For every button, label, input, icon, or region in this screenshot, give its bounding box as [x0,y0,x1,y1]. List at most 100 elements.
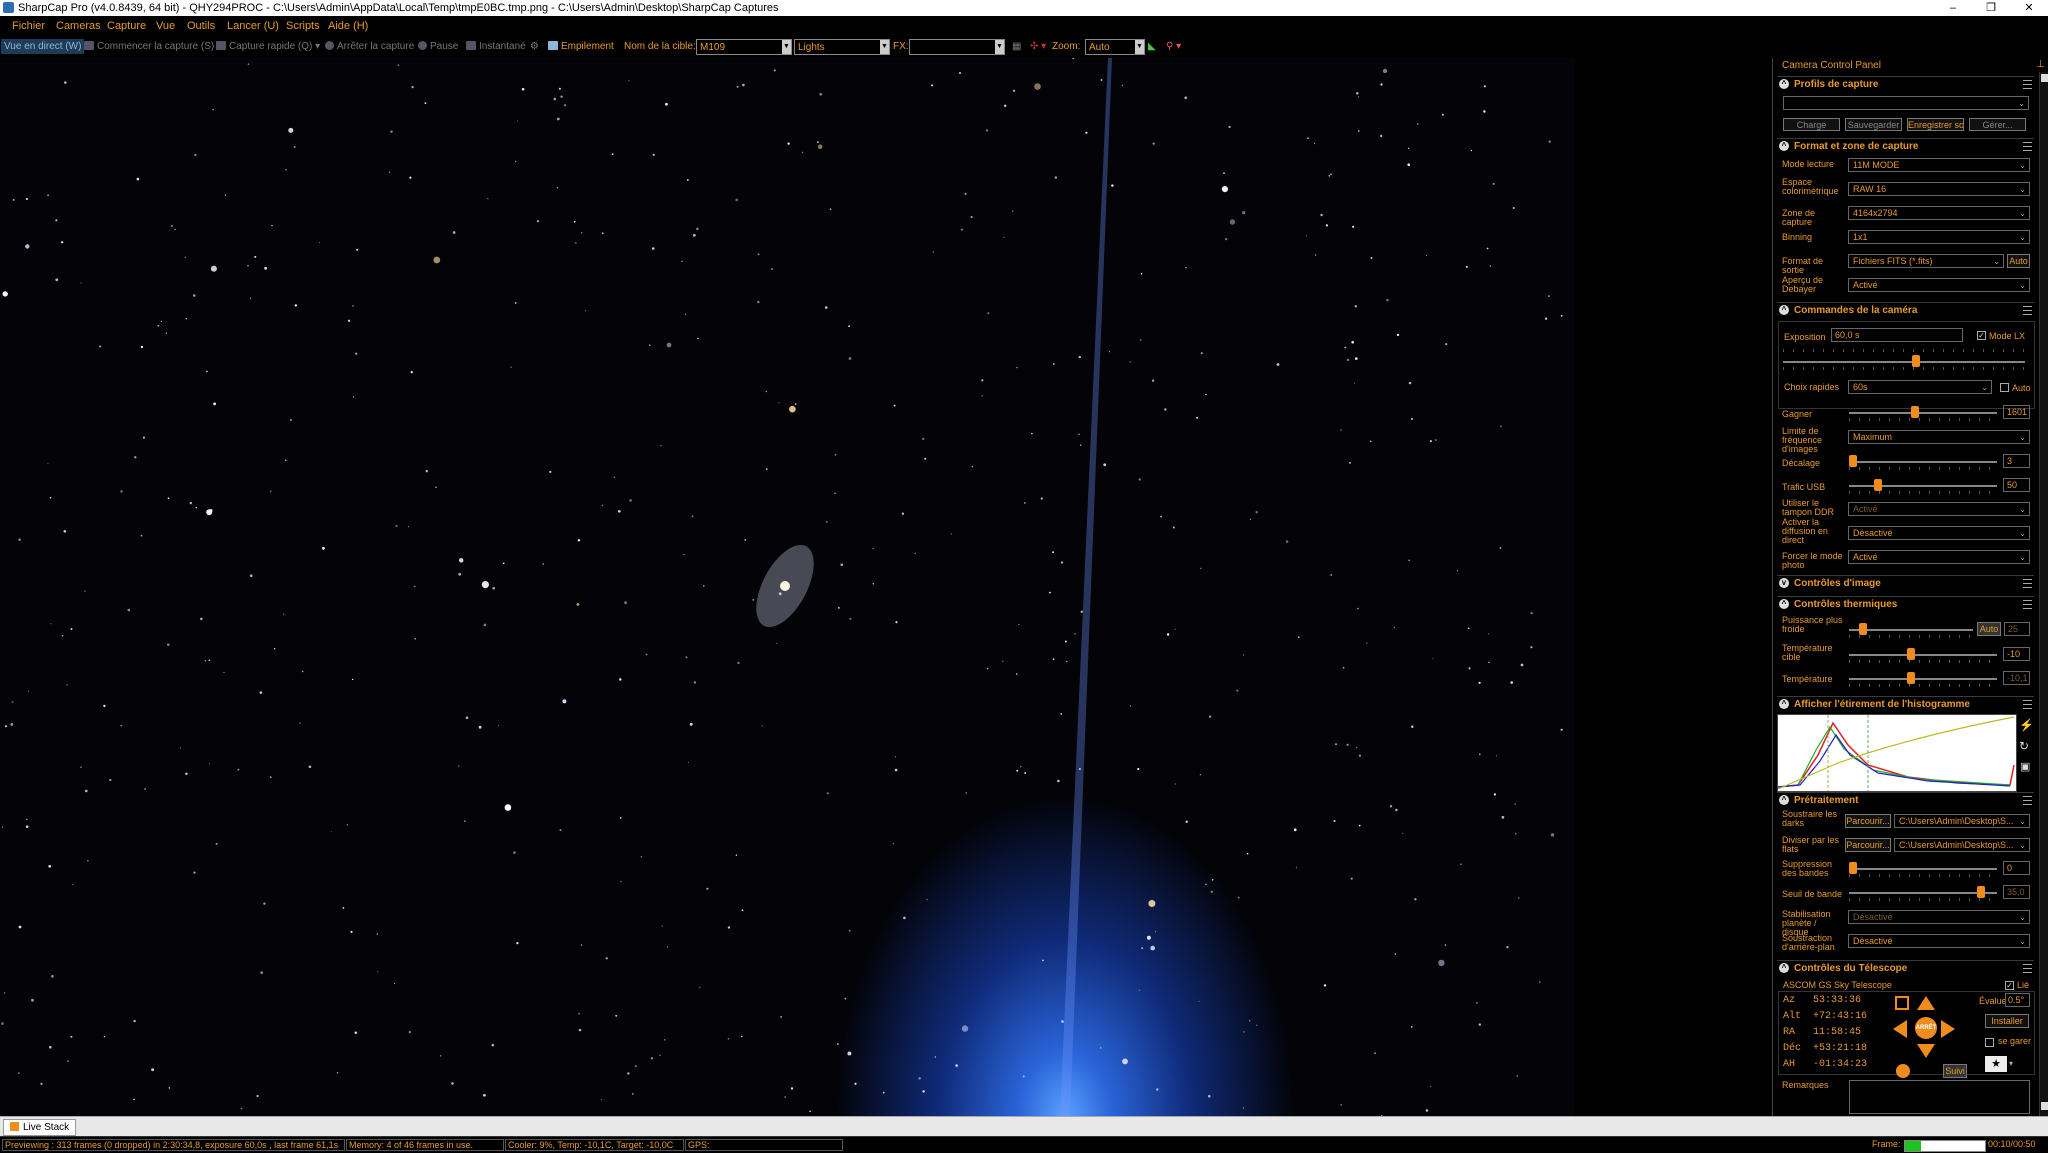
section-camera-controls[interactable]: ^ Commandes de la caméra [1777,302,2034,318]
zoom-icon[interactable]: ⚲ ▾ [1166,41,1181,52]
section-capture-profiles[interactable]: ^ Profils de capture [1777,76,2034,92]
menu-scripts[interactable]: Scripts [286,20,320,32]
section-preprocessing[interactable]: ^ Prétraitement [1777,792,2034,808]
output-format-select[interactable]: Fichiers FITS (*.fits) ⌄ [1848,254,2004,268]
offset-slider[interactable] [1849,461,1997,463]
quick-capture-button[interactable]: Capture rapide (Q) ▾ [216,41,320,52]
stop-slew-button[interactable]: ARRÊT [1915,1017,1937,1039]
slew-rate-select[interactable]: 0.5° [2005,993,2030,1007]
menu-run[interactable]: Lancer (U) [227,20,279,32]
stacking-button[interactable]: Empilement [548,41,614,52]
telescope-linked-checkbox[interactable]: ✓ [2005,981,2014,990]
notes-textarea[interactable] [1849,1080,2030,1114]
live-view-button[interactable]: Vue en direct (W) [1,39,85,54]
live-stack-tab[interactable]: Live Stack [3,1119,77,1136]
scroll-down-arrow[interactable] [2041,1102,2048,1110]
ddr-buffer-select[interactable]: Activé ⌄ [1848,502,2030,516]
panel-scrollbar[interactable] [2039,72,2048,1116]
save-profile-button[interactable]: Sauvegarder [1845,118,1902,131]
read-mode-select[interactable]: 11M MODE ⌄ [1848,158,2030,172]
bg-subtraction-select[interactable]: Désactivé ⌄ [1848,934,2030,948]
quick-choice-select[interactable]: 60s ⌄ [1848,380,1992,394]
target-frame-icon[interactable] [1895,996,1909,1010]
chevron-down-icon[interactable]: ▾ [2009,1059,2013,1068]
menu-cameras[interactable]: Cameras [56,20,101,32]
save-icon[interactable]: ▣ [2020,760,2030,773]
banding-threshold-slider-knob[interactable] [1977,886,1985,898]
scroll-up-arrow[interactable] [2041,74,2048,82]
fx-select[interactable]: ▼ [909,39,1005,55]
target-temp-input[interactable]: -10 [2003,647,2030,661]
exposure-slider[interactable] [1783,361,2025,363]
menu-icon[interactable] [2023,579,2032,588]
gain-input[interactable]: 1601 [2003,405,2030,419]
capture-area-select[interactable]: 4164x2794 ⌄ [1848,206,2030,220]
section-thermal-controls[interactable]: ^ Contrôles thermiques [1777,596,2034,612]
menu-icon[interactable] [2023,306,2032,315]
section-histogram-stretch[interactable]: ^ Afficher l'étirement de l'histogramme [1777,696,2034,712]
stabilization-select[interactable]: Désactivé ⌄ [1848,910,2030,924]
flats-path-select[interactable]: C:\Users\Admin\Desktop\S... ⌄ [1894,838,2030,852]
banding-threshold-input[interactable]: 35,0 [2003,885,2030,899]
tool-icon[interactable]: ⚙ [530,41,539,52]
slew-south-icon[interactable] [1917,1044,1935,1058]
gain-slider-knob[interactable] [1911,406,1919,418]
banding-slider-knob[interactable] [1849,862,1857,874]
tracking-button[interactable]: Suivi [1943,1064,1967,1078]
banding-threshold-slider[interactable] [1849,892,1997,894]
output-format-auto-button[interactable]: Auto [2007,254,2030,268]
banding-slider[interactable] [1849,868,1997,870]
target-name-input[interactable]: M109 ▼ [696,39,792,55]
usb-traffic-slider[interactable] [1849,485,1997,487]
live-stream-select[interactable]: Désactivé ⌄ [1848,526,2030,540]
menu-view[interactable]: Vue [156,20,175,32]
cooler-power-slider[interactable] [1849,629,1973,631]
debayer-select[interactable]: Activé ⌄ [1848,278,2030,292]
offset-slider-knob[interactable] [1849,455,1857,467]
histogram-tool-icon[interactable]: ◣ [1148,41,1156,52]
usb-traffic-slider-knob[interactable] [1874,479,1882,491]
menu-icon[interactable] [2023,700,2032,709]
gain-slider[interactable] [1849,412,1997,414]
darks-path-select[interactable]: C:\Users\Admin\Desktop\S... ⌄ [1894,814,2030,828]
section-image-controls[interactable]: v Contrôles d'image [1777,575,2034,591]
snapshot-button[interactable]: Instantané [466,41,526,52]
manage-profiles-button[interactable]: Gérer... [1969,118,2026,131]
histogram-chart[interactable] [1777,714,2017,792]
target-temp-slider[interactable] [1849,654,1997,656]
maximize-button[interactable]: ❐ [1972,0,2010,16]
banding-input[interactable]: 0 [2003,861,2030,875]
menu-icon[interactable] [2023,600,2032,609]
menu-tools[interactable]: Outils [187,20,215,32]
exposure-auto-checkbox[interactable] [2000,383,2009,392]
darks-browse-button[interactable]: Parcourir... [1845,814,1891,828]
fps-limit-select[interactable]: Maximum ⌄ [1848,430,2030,444]
menu-icon[interactable] [2023,80,2032,89]
lx-mode-checkbox[interactable]: ✓ [1977,331,1986,340]
save-as-profile-button[interactable]: Enregistrer so [1907,118,1964,131]
load-profile-button[interactable]: Charge [1783,118,1840,131]
flats-browse-button[interactable]: Parcourir... [1845,838,1891,852]
section-telescope-controls[interactable]: ^ Contrôles du Télescope [1777,960,2034,976]
cooler-auto-button[interactable]: Auto [1977,622,2001,636]
exposure-input[interactable]: 60,0 s [1831,328,1963,342]
stop-capture-button[interactable]: Arrêter la capture [325,41,414,52]
color-space-select[interactable]: RAW 16 ⌄ [1848,182,2030,196]
auto-stretch-icon[interactable]: ⚡ [2019,718,2034,732]
zoom-select[interactable]: Auto ▼ [1085,39,1145,55]
reset-icon[interactable]: ↻ [2019,739,2029,753]
slew-east-icon[interactable] [1941,1020,1955,1038]
close-button[interactable]: ✕ [2010,0,2048,16]
exposure-slider-knob[interactable] [1912,355,1920,367]
pin-icon[interactable]: ⊥ [2036,59,2045,70]
binning-select[interactable]: 1x1 ⌄ [1848,230,2030,244]
usb-traffic-input[interactable]: 50 [2003,478,2030,492]
cooler-power-input[interactable]: 25 [2004,622,2030,636]
offset-input[interactable]: 3 [2003,454,2030,468]
menu-capture[interactable]: Capture [107,20,146,32]
pause-button[interactable]: Pause [418,41,458,52]
park-checkbox[interactable] [1985,1038,1994,1047]
slew-west-icon[interactable] [1893,1020,1907,1038]
preview-image[interactable] [0,58,1575,1116]
grid-icon[interactable]: ▦ [1012,41,1021,52]
